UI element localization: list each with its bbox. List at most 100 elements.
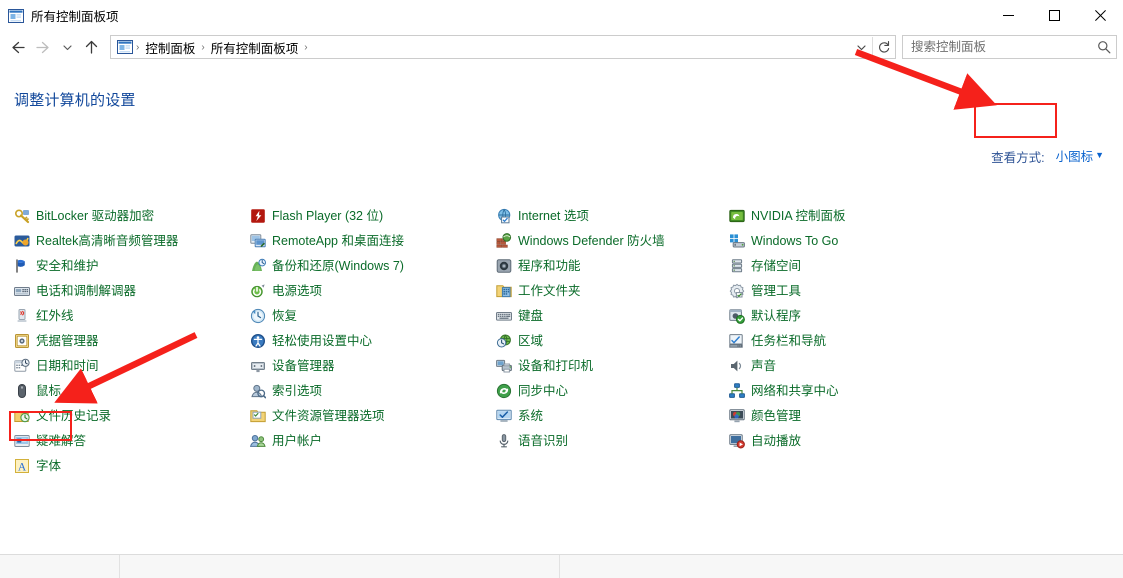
search-box[interactable]	[902, 35, 1117, 59]
back-button[interactable]	[4, 34, 30, 60]
control-panel-item-mouse[interactable]: 鼠标	[14, 378, 178, 403]
control-panel-item-devices-printers[interactable]: 设备和打印机	[496, 353, 665, 378]
control-panel-item-keyboard[interactable]: 键盘	[496, 303, 665, 328]
control-panel-item-system[interactable]: 系统	[496, 403, 665, 428]
control-panel-item-taskbar-navigation[interactable]: 任务栏和导航	[729, 328, 845, 353]
keyboard-icon	[496, 308, 512, 324]
control-panel-item-label: 存储空间	[751, 258, 801, 274]
breadcrumb-separator-2[interactable]: ›	[303, 42, 308, 53]
backup-restore-icon	[250, 258, 266, 274]
control-panel-item-troubleshooting[interactable]: 疑难解答	[14, 428, 178, 453]
view-by-row: 查看方式: 小图标 ▼	[991, 143, 1111, 169]
status-cell-2	[120, 555, 560, 578]
minimize-button[interactable]	[985, 0, 1031, 31]
navigation-bar: › 控制面板 › 所有控制面板项 ›	[0, 31, 1123, 63]
file-history-icon	[14, 408, 30, 424]
control-panel-item-firewall[interactable]: Windows Defender 防火墙	[496, 228, 665, 253]
control-panel-item-label: 轻松使用设置中心	[272, 333, 372, 349]
close-button[interactable]	[1077, 0, 1123, 31]
system-icon	[496, 408, 512, 424]
breadcrumb-item-0[interactable]: 控制面板	[140, 38, 200, 57]
search-input[interactable]	[903, 40, 1092, 54]
breadcrumb-history-dropdown[interactable]	[850, 36, 872, 58]
control-panel-item-label: 区域	[518, 333, 543, 349]
chevron-down-icon: ▼	[1095, 151, 1104, 160]
maximize-button[interactable]	[1031, 0, 1077, 31]
control-panel-item-file-history[interactable]: 文件历史记录	[14, 403, 178, 428]
control-panel-item-storage-spaces[interactable]: 存储空间	[729, 253, 845, 278]
network-sharing-icon	[729, 383, 745, 399]
breadcrumb-bar[interactable]: › 控制面板 › 所有控制面板项 ›	[110, 35, 896, 59]
search-icon[interactable]	[1092, 40, 1116, 54]
control-panel-item-label: 鼠标	[36, 383, 61, 399]
control-panel-item-credential-manager[interactable]: 凭据管理器	[14, 328, 178, 353]
items-column-1: BitLocker 驱动器加密 Realtek高清晰音频管理器安全和维护电话和调制…	[14, 203, 178, 478]
control-panel-item-label: 电话和调制解调器	[36, 283, 136, 299]
content-area: 调整计算机的设置 查看方式: 小图标 ▼ BitLocker 驱动器加密 Real…	[0, 63, 1123, 578]
control-panel-window: 所有控制面板项	[0, 0, 1123, 578]
refresh-icon[interactable]	[873, 36, 895, 58]
indexing-options-icon	[250, 383, 266, 399]
control-panel-item-label: Flash Player (32 位)	[272, 208, 383, 224]
control-panel-item-remoteapp[interactable]: RemoteApp 和桌面连接	[250, 228, 404, 253]
control-panel-item-network-sharing[interactable]: 网络和共享中心	[729, 378, 845, 403]
control-panel-item-label: BitLocker 驱动器加密	[36, 208, 154, 224]
color-management-icon	[729, 408, 745, 424]
control-panel-item-label: 设备管理器	[272, 358, 335, 374]
control-panel-item-indexing-options[interactable]: 索引选项	[250, 378, 404, 403]
control-panel-item-default-programs[interactable]: 默认程序	[729, 303, 845, 328]
control-panel-item-date-time[interactable]: 日期和时间	[14, 353, 178, 378]
ease-of-access-icon	[250, 333, 266, 349]
control-panel-item-speech-recognition[interactable]: 语音识别	[496, 428, 665, 453]
nvidia-control-panel-icon	[729, 208, 745, 224]
control-panel-item-programs-features[interactable]: 程序和功能	[496, 253, 665, 278]
control-panel-item-ease-of-access[interactable]: 轻松使用设置中心	[250, 328, 404, 353]
control-panel-item-recovery[interactable]: 恢复	[250, 303, 404, 328]
control-panel-item-user-accounts[interactable]: 用户帐户	[250, 428, 404, 453]
user-accounts-icon	[250, 433, 266, 449]
items-column-4: NVIDIA 控制面板 Windows To Go 存储空间管理工具默认程序任务栏和…	[729, 203, 845, 453]
view-by-dropdown[interactable]: 小图标 ▼	[1049, 143, 1111, 169]
recent-locations-button[interactable]	[56, 34, 78, 60]
devices-printers-icon	[496, 358, 512, 374]
control-panel-item-backup-restore[interactable]: 备份和还原(Windows 7)	[250, 253, 404, 278]
control-panel-item-infrared[interactable]: 红外线	[14, 303, 178, 328]
up-button[interactable]	[78, 34, 104, 60]
title-bar: 所有控制面板项	[0, 0, 1123, 31]
control-panel-item-realtek-audio[interactable]: Realtek高清晰音频管理器	[14, 228, 178, 253]
control-panel-item-sound[interactable]: 声音	[729, 353, 845, 378]
control-panel-item-device-manager[interactable]: 设备管理器	[250, 353, 404, 378]
control-panel-item-label: 文件资源管理器选项	[272, 408, 385, 424]
items-column-3: Internet 选项Windows Defender 防火墙程序和功能工作文件…	[496, 203, 665, 453]
page-title: 调整计算机的设置	[14, 89, 136, 110]
control-panel-item-autoplay[interactable]: 自动播放	[729, 428, 845, 453]
control-panel-item-label: 红外线	[36, 308, 74, 324]
control-panel-item-windows-to-go[interactable]: Windows To Go	[729, 228, 845, 253]
control-panel-item-phone-modem[interactable]: 电话和调制解调器	[14, 278, 178, 303]
phone-modem-icon	[14, 283, 30, 299]
control-panel-item-admin-tools[interactable]: 管理工具	[729, 278, 845, 303]
breadcrumb-item-1[interactable]: 所有控制面板项	[206, 38, 304, 57]
control-panel-item-label: 工作文件夹	[518, 283, 581, 299]
speech-recognition-icon	[496, 433, 512, 449]
control-panel-item-label: 用户帐户	[272, 433, 322, 449]
control-panel-item-power-options[interactable]: 电源选项	[250, 278, 404, 303]
heading-row: 调整计算机的设置	[0, 85, 1123, 113]
control-panel-item-fonts[interactable]: A字体	[14, 453, 178, 478]
control-panel-item-label: 电源选项	[272, 283, 322, 299]
control-panel-item-file-explorer-options[interactable]: 文件资源管理器选项	[250, 403, 404, 428]
control-panel-item-flash-player[interactable]: Flash Player (32 位)	[250, 203, 404, 228]
control-panel-item-label: NVIDIA 控制面板	[751, 208, 845, 224]
programs-features-icon	[496, 258, 512, 274]
control-panel-item-work-folders[interactable]: 工作文件夹	[496, 278, 665, 303]
svg-text:A: A	[18, 461, 27, 473]
control-panel-item-region[interactable]: 区域	[496, 328, 665, 353]
bitlocker-icon	[14, 208, 30, 224]
control-panel-item-sync-center[interactable]: 同步中心	[496, 378, 665, 403]
control-panel-item-nvidia-control-panel[interactable]: NVIDIA 控制面板	[729, 203, 845, 228]
internet-options-icon	[496, 208, 512, 224]
control-panel-item-internet-options[interactable]: Internet 选项	[496, 203, 665, 228]
control-panel-item-bitlocker[interactable]: BitLocker 驱动器加密	[14, 203, 178, 228]
control-panel-item-flag[interactable]: 安全和维护	[14, 253, 178, 278]
control-panel-item-color-management[interactable]: 颜色管理	[729, 403, 845, 428]
